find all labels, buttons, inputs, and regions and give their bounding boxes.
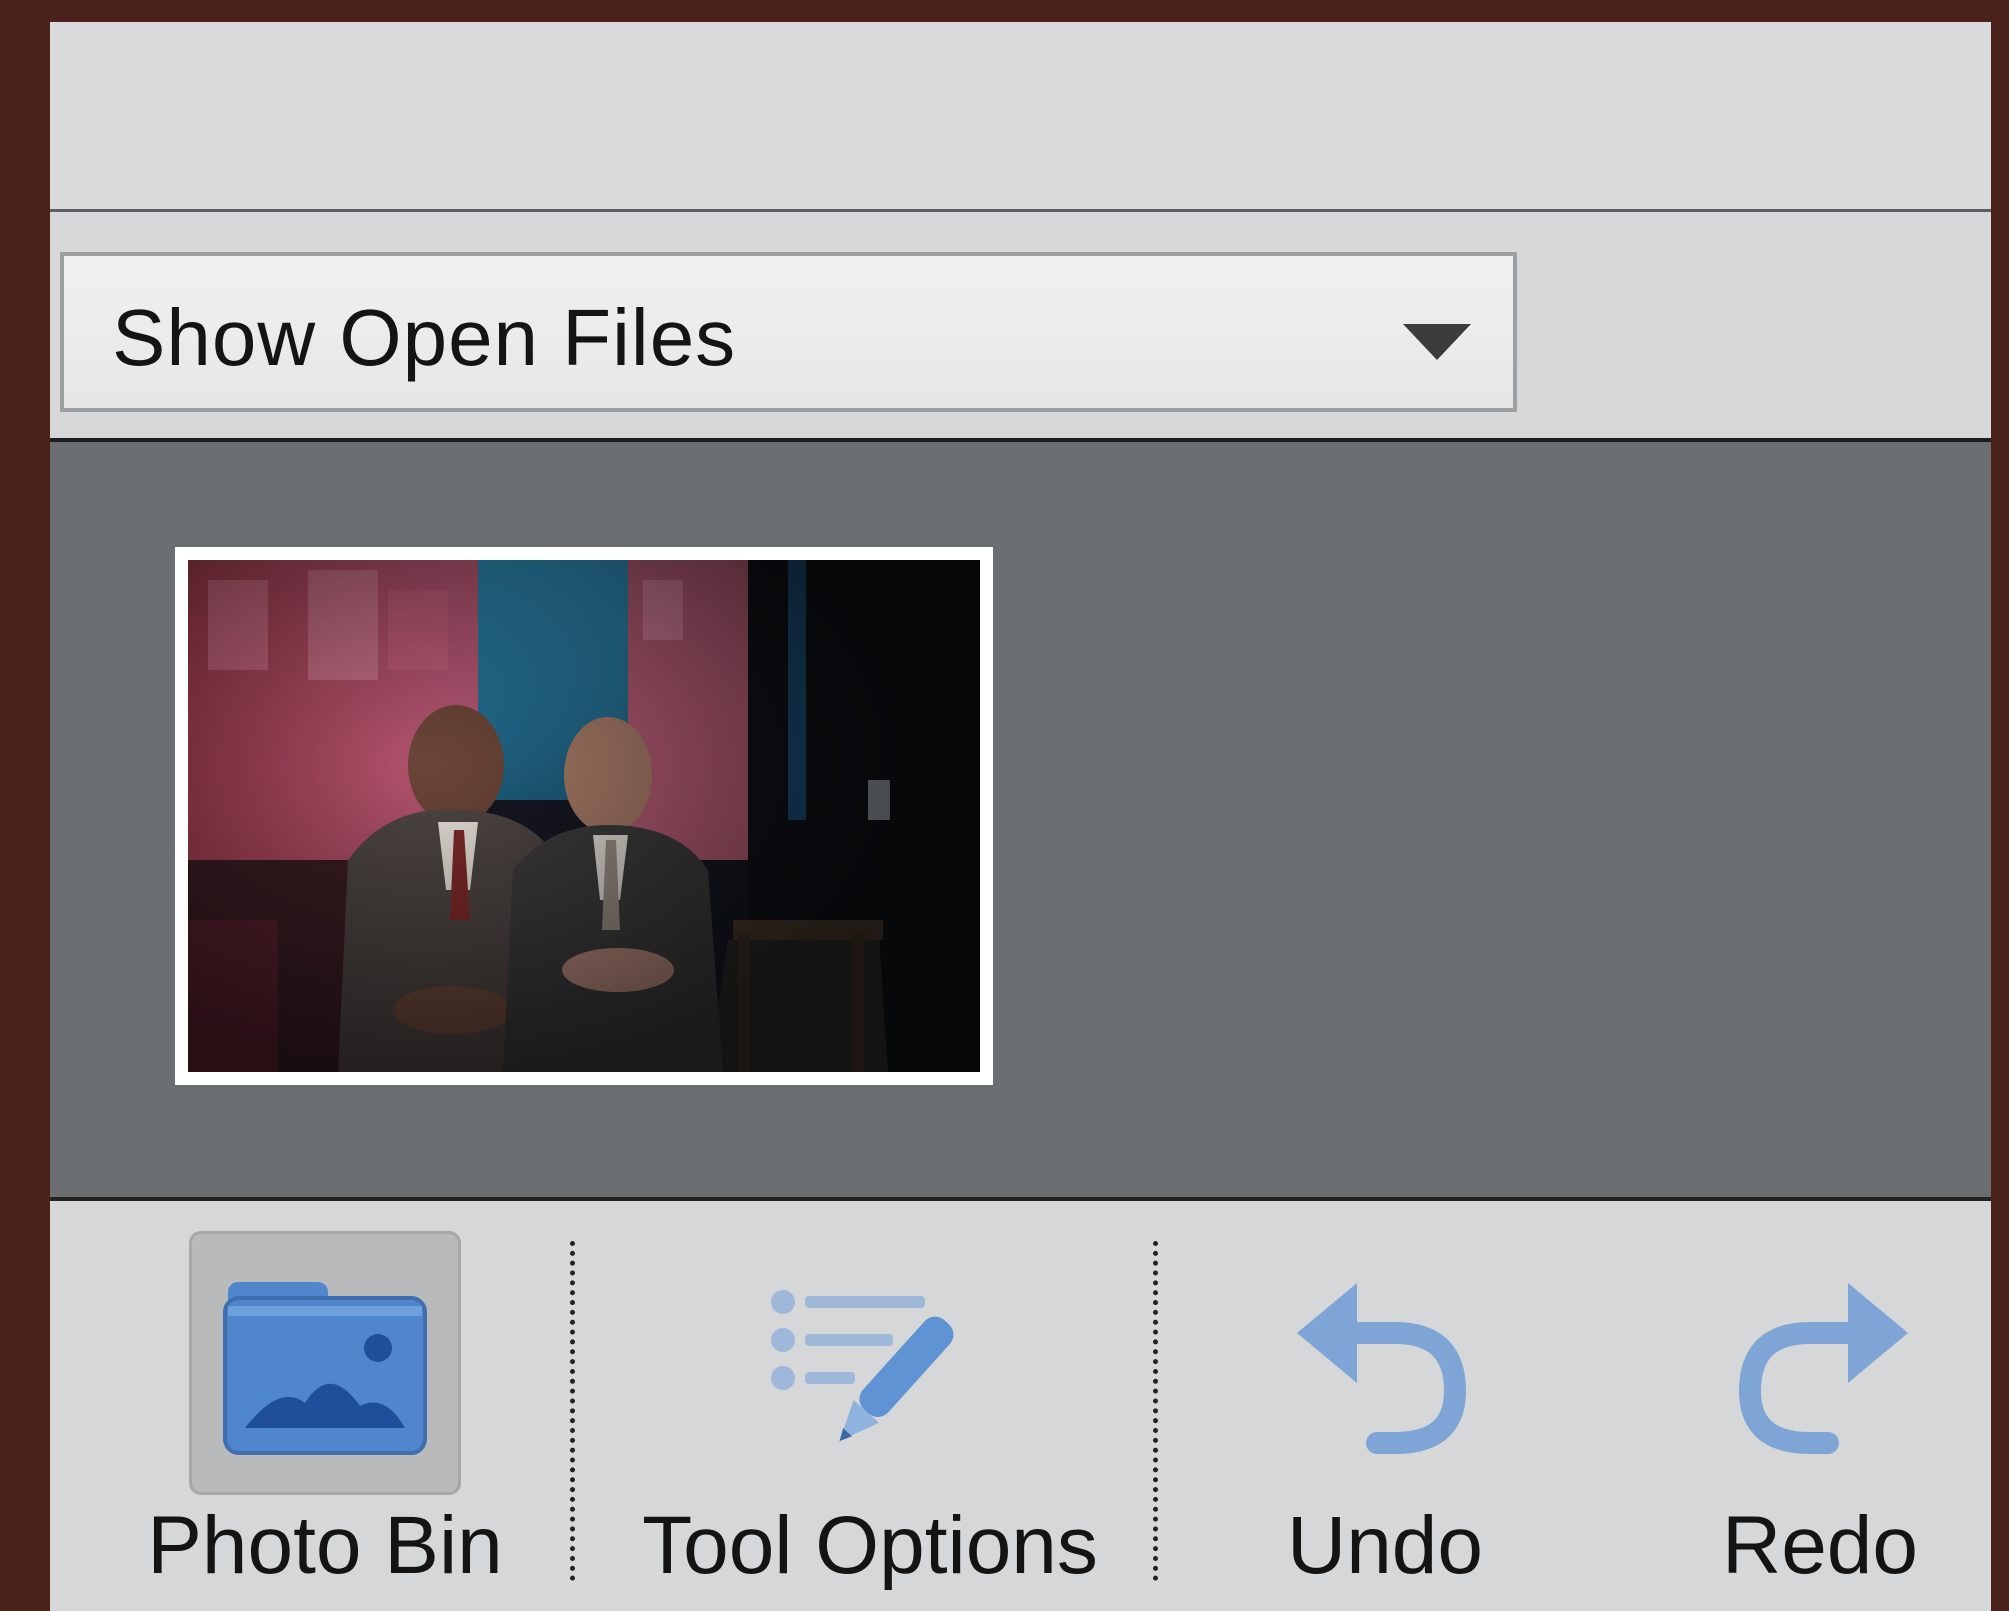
tool-options-icon — [771, 1290, 954, 1442]
taskbar-separator — [1153, 1241, 1158, 1581]
photo-bin-label: Photo Bin — [147, 1500, 503, 1591]
photo-bin-icon — [223, 1282, 427, 1455]
panel-header — [50, 22, 1991, 212]
undo-label: Undo — [1286, 1500, 1484, 1591]
tool-options-icon-wrap — [734, 1231, 1006, 1495]
taskbar-separator — [570, 1241, 575, 1581]
taskbar: Photo Bin Tool Options Undo Redo — [50, 1201, 1991, 1611]
dropdown-selected-value: Show Open Files — [112, 293, 737, 382]
undo-button[interactable]: Undo — [1220, 1201, 1550, 1611]
tool-options-label: Tool Options — [642, 1500, 1098, 1591]
redo-icon — [1738, 1283, 1908, 1454]
panel-frame: Show Open Files Photo Bin Tool Options U… — [50, 22, 1991, 1611]
undo-icon-wrap — [1249, 1231, 1521, 1495]
dropdown-arrow-icon — [1403, 324, 1471, 360]
bin-toolbar: Show Open Files — [50, 212, 1991, 442]
photo-bin-icon-wrap — [189, 1231, 461, 1495]
photo-thumbnail-image — [188, 560, 980, 1072]
redo-button[interactable]: Redo — [1650, 1201, 1990, 1611]
photo-bin-area — [50, 442, 1991, 1201]
tool-options-button[interactable]: Tool Options — [590, 1201, 1150, 1611]
photo-bin-button[interactable]: Photo Bin — [130, 1201, 520, 1611]
show-files-dropdown[interactable]: Show Open Files — [60, 252, 1517, 412]
photo-thumbnail[interactable] — [175, 547, 993, 1085]
redo-icon-wrap — [1684, 1231, 1956, 1495]
redo-label: Redo — [1721, 1500, 1919, 1591]
undo-icon — [1297, 1283, 1467, 1454]
